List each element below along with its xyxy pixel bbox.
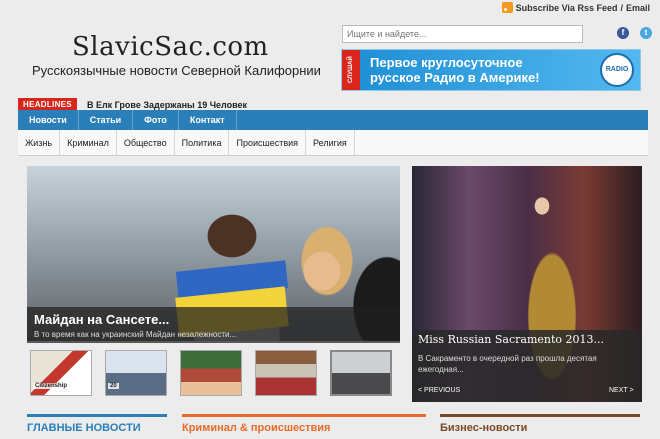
side-title[interactable]: Miss Russian Sacramento 2013... — [418, 333, 604, 346]
search-input[interactable] — [342, 25, 583, 43]
thumbnail[interactable]: Citizenship — [30, 350, 92, 396]
nav-item-articles[interactable]: Статьи — [79, 110, 134, 130]
next-button[interactable]: NEXT > — [609, 387, 634, 394]
category-business[interactable]: Бизнес-новости — [440, 414, 640, 434]
radio-logo-icon: RADIO — [600, 53, 634, 87]
banner-text-line1: Первое круглосуточное — [370, 55, 523, 70]
banner-text-line2: русское Радио в Америке! — [370, 70, 540, 85]
subnav-item-society[interactable]: Общество — [117, 130, 175, 155]
facebook-icon[interactable]: f — [617, 27, 629, 39]
thumbnail-strip: Citizenship 20 — [30, 350, 392, 396]
side-subtitle: В Сакраменто в очередной раз прошла деся… — [418, 354, 597, 374]
rss-link[interactable]: Subscribe Via Rss Feed — [516, 3, 618, 13]
headline-text[interactable]: В Елк Грове Задержаны 19 Человек — [87, 100, 247, 110]
subnav-item-crime[interactable]: Криминал — [60, 130, 117, 155]
thumbnail-caption: 20 — [108, 383, 119, 389]
subnav-item-incidents[interactable]: Происшествия — [229, 130, 307, 155]
thumbnail[interactable] — [255, 350, 317, 396]
subnav-item-life[interactable]: Жизнь — [18, 130, 61, 155]
category-main-news[interactable]: ГЛАВНЫЕ НОВОСТИ — [27, 414, 167, 434]
nav-item-photo[interactable]: Фото — [133, 110, 179, 130]
main-nav: Новости Статьи Фото Контакт — [18, 110, 648, 130]
site-logo[interactable]: SlavicSac.com — [72, 32, 269, 62]
thumbnail[interactable] — [330, 350, 392, 396]
nav-item-news[interactable]: Новости — [18, 110, 79, 130]
rss-icon — [501, 2, 513, 13]
nav-item-contact[interactable]: Контакт — [179, 110, 237, 130]
sub-nav: Жизнь Криминал Общество Политика Происше… — [18, 130, 648, 156]
rss-subscribe[interactable]: Subscribe Via Rss Feed / Email — [501, 2, 650, 13]
thumbnail-caption: Citizenship — [33, 383, 70, 389]
subnav-item-religion[interactable]: Религия — [306, 130, 355, 155]
hero-title[interactable]: Майдан на Сансете... — [34, 312, 169, 327]
thumbnail[interactable] — [180, 350, 242, 396]
twitter-icon[interactable]: t — [640, 27, 652, 39]
previous-button[interactable]: < PREVIOUS — [418, 387, 460, 394]
radio-banner[interactable]: СЛУШАЙ Первое круглосуточное русское Рад… — [341, 49, 641, 91]
category-crime[interactable]: Криминал & происшествия — [182, 414, 426, 434]
subnav-item-politics[interactable]: Политика — [175, 130, 230, 155]
rss-separator: / — [620, 2, 623, 13]
thumbnail[interactable]: 20 — [105, 350, 167, 396]
banner-text: Первое круглосуточное русское Радио в Ам… — [360, 55, 600, 85]
hero-subtitle: В то время как на украинский Майдан неза… — [34, 330, 237, 339]
site-tagline: Русскоязычные новости Северной Калифорни… — [32, 63, 321, 78]
banner-tag: СЛУШАЙ — [342, 50, 360, 90]
email-link[interactable]: Email — [626, 3, 650, 13]
